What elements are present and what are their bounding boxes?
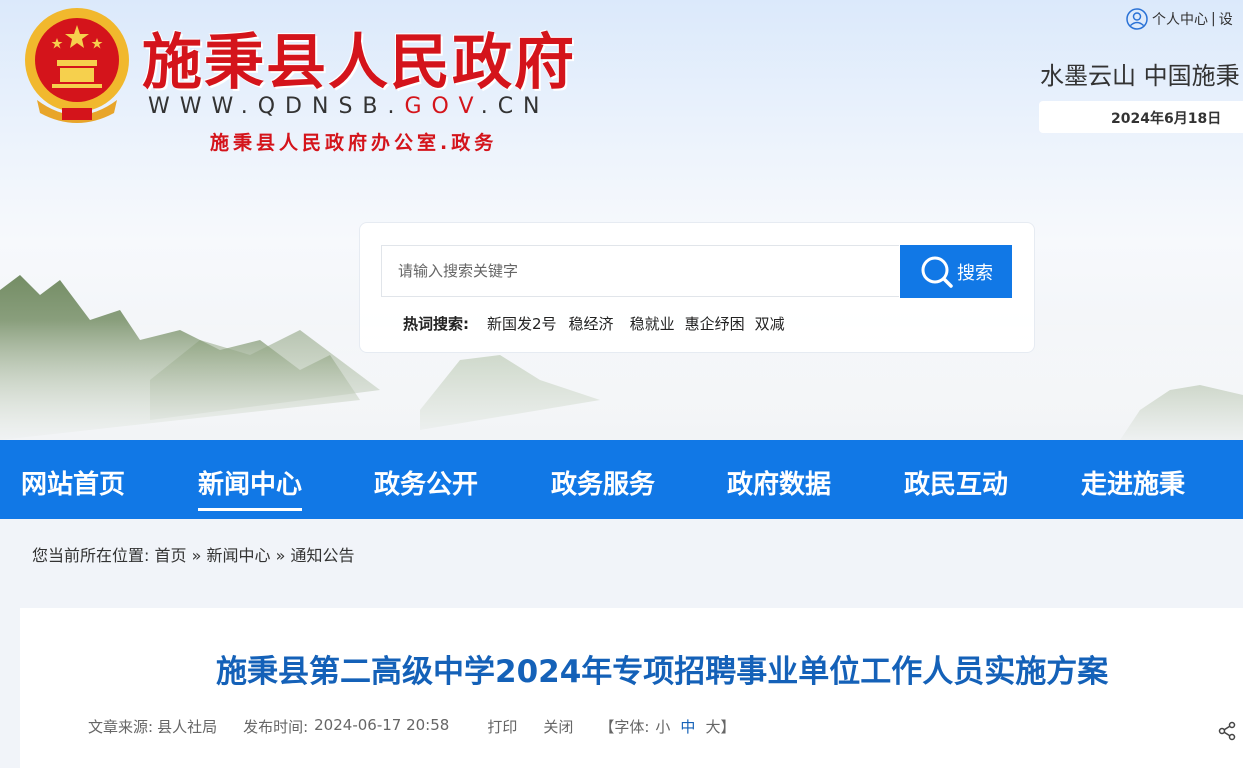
font-size-end: 】 — [720, 718, 736, 736]
date-value: 2024-06-17 20:58 — [314, 716, 450, 734]
site-url: WWW.QDNSB.GOV.CN — [148, 94, 550, 119]
user-icon — [1126, 8, 1148, 30]
breadcrumb-home[interactable]: 首页 — [155, 546, 187, 565]
site-url-gov: GOV — [404, 94, 481, 119]
main-nav: 网站首页 新闻中心 政务公开 政务服务 政府数据 政民互动 走进施秉 — [0, 440, 1243, 519]
hot-words: 热词搜索: 新国发2号 稳经济 稳就业 惠企纾困 双减 — [403, 313, 797, 334]
search-button[interactable]: 搜索 — [900, 245, 1012, 298]
topbar-divider: | — [1211, 11, 1216, 27]
breadcrumb-news[interactable]: 新闻中心 — [207, 546, 271, 565]
source-label: 文章来源: — [88, 718, 154, 736]
nav-item-interaction[interactable]: 政民互动 — [904, 464, 1008, 501]
breadcrumb: 您当前所在位置: 首页 » 新闻中心 » 通知公告 — [0, 519, 1243, 587]
nav-item-gov-services[interactable]: 政务服务 — [551, 464, 655, 501]
print-button[interactable]: 打印 — [487, 716, 517, 737]
nav-item-gov-data[interactable]: 政府数据 — [727, 464, 831, 501]
hot-words-label: 热词搜索: — [403, 315, 469, 333]
nav-item-about[interactable]: 走进施秉 — [1081, 464, 1185, 501]
search-button-label: 搜索 — [957, 262, 993, 284]
hot-word[interactable]: 新国发2号 — [487, 313, 557, 334]
hot-word[interactable]: 稳就业 — [630, 313, 675, 334]
search-input[interactable] — [381, 245, 899, 297]
hot-word[interactable]: 惠企纾困 — [685, 313, 745, 334]
nav-item-home[interactable]: 网站首页 — [21, 464, 125, 501]
font-size-label: 【字体: — [599, 718, 650, 736]
site-url-prefix: WWW.QDNSB. — [148, 94, 405, 119]
site-office-label: 施秉县人民政府办公室.政务 — [210, 132, 498, 154]
font-medium-button[interactable]: 中 — [680, 716, 695, 737]
source-value: 县人社局 — [157, 718, 218, 736]
hot-word[interactable]: 双减 — [755, 313, 785, 334]
article-title: 施秉县第二高级中学2024年专项招聘事业单位工作人员实施方案 — [216, 654, 1109, 690]
font-small-button[interactable]: 小 — [655, 716, 670, 737]
breadcrumb-notices[interactable]: 通知公告 — [291, 546, 355, 565]
share-icon[interactable] — [1217, 721, 1237, 741]
date-label: 发布时间: — [243, 718, 309, 736]
close-button[interactable]: 关闭 — [543, 716, 573, 737]
slogan: 水墨云山 中国施秉 — [1040, 62, 1240, 90]
font-large-button[interactable]: 大 — [705, 716, 720, 737]
user-center-link[interactable]: 个人中心 — [1152, 9, 1208, 29]
site-title: 施秉县人民政府 — [142, 28, 576, 98]
breadcrumb-separator: » — [191, 546, 202, 565]
search-icon — [921, 256, 953, 288]
current-date: 2024年6月18日 — [1111, 111, 1222, 127]
settings-link[interactable]: 设 — [1219, 9, 1233, 29]
site-url-suffix: .CN — [480, 94, 550, 119]
breadcrumb-prefix: 您当前所在位置: — [32, 546, 150, 565]
site-header: 施秉县人民政府 WWW.QDNSB.GOV.CN 施秉县人民政府办公室.政务 个… — [0, 0, 1243, 440]
article-meta: 文章来源: 县人社局 发布时间: 2024-06-17 20:58 打印 关闭 … — [88, 716, 735, 737]
hot-word[interactable]: 稳经济 — [569, 313, 614, 334]
breadcrumb-separator: » — [275, 546, 286, 565]
top-bar: 个人中心 | 设 — [1126, 6, 1233, 32]
nav-item-gov-affairs[interactable]: 政务公开 — [374, 464, 478, 501]
nav-item-news[interactable]: 新闻中心 — [198, 464, 303, 511]
date-box: 2024年6月18日 — [1039, 101, 1243, 133]
national-emblem-icon — [25, 8, 129, 123]
